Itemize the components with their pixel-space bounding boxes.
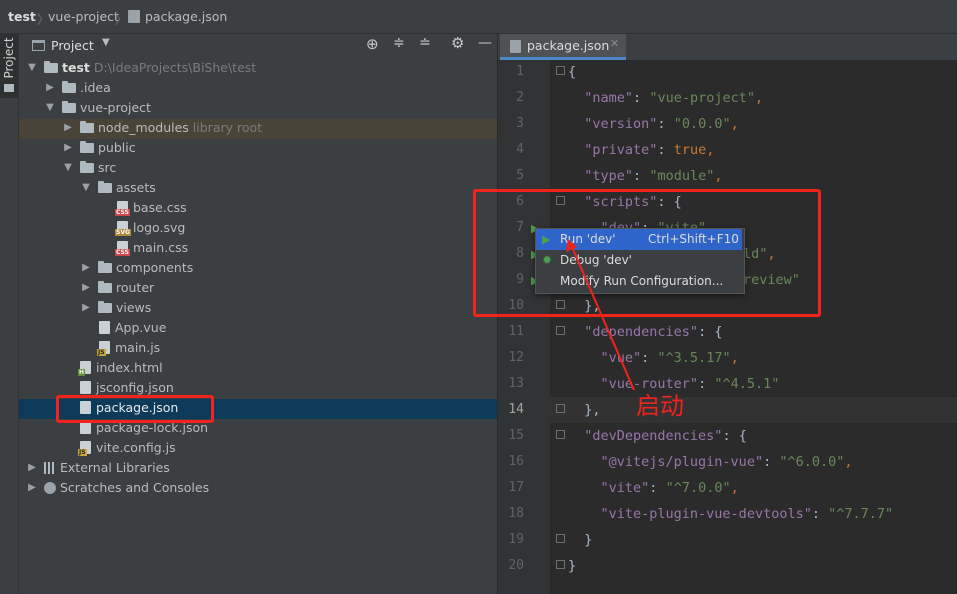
annotation-label: 启动 [636,392,684,420]
annotation-arrow [566,239,635,391]
